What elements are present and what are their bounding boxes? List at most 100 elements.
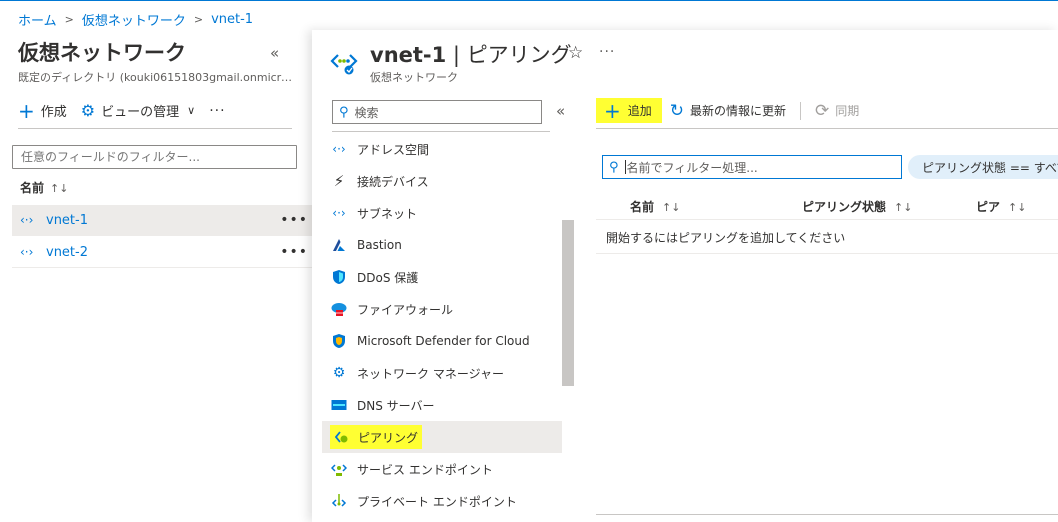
menu-search-placeholder: 検索 bbox=[354, 105, 379, 120]
refresh-button[interactable]: ↻ 最新の情報に更新 bbox=[670, 101, 786, 121]
plug-icon: ⚡ bbox=[333, 172, 345, 190]
network-manager-icon: ⚙ bbox=[332, 365, 346, 381]
column-label: 名前 bbox=[630, 200, 655, 214]
blade-title: vnet-1 | ピアリング bbox=[370, 39, 572, 69]
sync-label: 同期 bbox=[835, 104, 860, 118]
breadcrumb: ホーム > 仮想ネットワーク > vnet-1 bbox=[18, 10, 253, 29]
blade-title-resource: vnet-1 bbox=[370, 43, 447, 67]
plus-icon: + bbox=[18, 98, 35, 123]
vnet-link[interactable]: vnet-2 bbox=[46, 245, 88, 260]
menu-item-label: サブネット bbox=[357, 206, 418, 221]
column-header-peer[interactable]: ピア ↑↓ bbox=[976, 198, 1026, 215]
sort-icon: ↑↓ bbox=[894, 201, 913, 214]
menu-item-service-endpoints[interactable]: サービス エンドポイント bbox=[322, 453, 562, 485]
divider bbox=[596, 128, 1058, 129]
row-more-icon[interactable]: ••• bbox=[280, 244, 308, 260]
sync-button[interactable]: ⟳ 同期 bbox=[815, 101, 859, 121]
list-item-vnet-1[interactable]: ‹·› vnet-1 ••• bbox=[12, 205, 312, 236]
menu-item-defender[interactable]: Microsoft Defender for Cloud bbox=[322, 325, 562, 357]
dns-server-icon bbox=[330, 396, 348, 414]
service-endpoint-icon bbox=[330, 460, 348, 478]
peering-state-filter-pill[interactable]: ピアリング状態 == すべて bbox=[908, 155, 1058, 179]
text-caret bbox=[624, 160, 626, 174]
title-separator: | bbox=[446, 43, 467, 67]
column-name-label: 名前 bbox=[20, 181, 45, 195]
column-header-name[interactable]: 名前 ↑↓ bbox=[630, 198, 680, 215]
search-icon: ⚲ bbox=[339, 104, 349, 120]
more-options-icon[interactable]: ··· bbox=[209, 103, 225, 119]
divider bbox=[596, 514, 1058, 515]
vnet-link[interactable]: vnet-1 bbox=[46, 213, 88, 228]
menu-scrollbar[interactable] bbox=[562, 220, 574, 386]
empty-state-message: 開始するにはピアリングを追加してください bbox=[596, 222, 1058, 254]
menu-search-input[interactable]: ⚲ 検索 bbox=[332, 100, 542, 124]
defender-shield-icon bbox=[330, 332, 348, 350]
menu-item-label: ファイアウォール bbox=[357, 302, 454, 317]
plus-icon: + bbox=[604, 98, 621, 123]
menu-item-label: ピアリング bbox=[358, 430, 419, 445]
more-options-icon[interactable]: ··· bbox=[599, 44, 615, 60]
blade-title-section: ピアリング bbox=[466, 43, 572, 67]
page-title: 仮想ネットワーク bbox=[18, 41, 186, 65]
directory-subtitle: 既定のディレクトリ (kouki06151803gmail.onmicrosof… bbox=[18, 71, 293, 84]
column-header-name[interactable]: 名前 ↑↓ bbox=[20, 179, 68, 196]
manage-view-button[interactable]: ⚙ ビューの管理 ∨ bbox=[81, 101, 195, 120]
refresh-label: 最新の情報に更新 bbox=[690, 104, 787, 118]
peering-blade: vnet-1 | ピアリング 仮想ネットワーク ☆ ··· ⚲ 検索 « ‹·›… bbox=[312, 30, 1058, 522]
sort-icon: ↑↓ bbox=[662, 201, 681, 214]
menu-item-ddos[interactable]: DDoS 保護 bbox=[322, 261, 562, 293]
menu-item-bastion[interactable]: Bastion bbox=[322, 229, 562, 261]
create-button[interactable]: + 作成 bbox=[18, 98, 67, 123]
chevron-right-icon: > bbox=[193, 13, 204, 26]
favorite-star-icon[interactable]: ☆ bbox=[568, 43, 583, 63]
top-accent-line bbox=[0, 0, 1058, 1]
row-more-icon[interactable]: ••• bbox=[280, 212, 308, 228]
bastion-icon bbox=[330, 236, 348, 254]
list-item-vnet-2[interactable]: ‹·› vnet-2 ••• bbox=[12, 237, 312, 268]
menu-item-connected-devices[interactable]: ⚡ 接続デバイス bbox=[322, 165, 562, 197]
create-label: 作成 bbox=[40, 105, 67, 120]
breadcrumb-vnet-1[interactable]: vnet-1 bbox=[211, 12, 253, 27]
menu-item-firewall[interactable]: ファイアウォール bbox=[322, 293, 562, 325]
collapse-menu-icon[interactable]: « bbox=[556, 102, 565, 120]
collapse-left-pane-icon[interactable]: « bbox=[270, 44, 279, 62]
content-toolbar: + 追加 ↻ 最新の情報に更新 ⟳ 同期 bbox=[596, 98, 859, 123]
chevron-down-icon: ∨ bbox=[187, 104, 196, 117]
filter-by-name-input[interactable]: ⚲ 名前でフィルター処理... bbox=[602, 155, 902, 179]
left-toolbar: + 作成 ⚙ ビューの管理 ∨ ··· bbox=[18, 98, 226, 123]
menu-item-peerings[interactable]: ピアリング bbox=[322, 421, 562, 453]
column-label: ピア bbox=[976, 200, 1001, 214]
menu-item-subnets[interactable]: ‹·› サブネット bbox=[322, 197, 562, 229]
menu-item-label: DDoS 保護 bbox=[357, 270, 419, 285]
blade-subtitle: 仮想ネットワーク bbox=[370, 71, 458, 84]
address-space-icon: ‹·› bbox=[332, 142, 346, 156]
virtual-network-icon: ‹·› bbox=[20, 213, 34, 227]
toolbar-divider bbox=[800, 101, 802, 120]
menu-item-private-endpoints[interactable]: プライベート エンドポイント bbox=[322, 485, 562, 517]
add-button[interactable]: + 追加 bbox=[596, 98, 662, 123]
sort-icon: ↑↓ bbox=[1008, 201, 1027, 214]
breadcrumb-virtual-networks[interactable]: 仮想ネットワーク bbox=[82, 10, 186, 29]
menu-item-label: サービス エンドポイント bbox=[357, 462, 493, 477]
breadcrumb-home[interactable]: ホーム bbox=[18, 10, 57, 29]
manage-view-label: ビューの管理 bbox=[101, 105, 180, 120]
virtual-network-icon: ‹·› bbox=[20, 245, 34, 259]
menu-item-dns-servers[interactable]: DNS サーバー bbox=[322, 389, 562, 421]
refresh-icon: ↻ bbox=[669, 100, 685, 121]
gear-icon: ⚙ bbox=[80, 101, 96, 120]
column-header-peering-state[interactable]: ピアリング状態 ↑↓ bbox=[802, 198, 912, 215]
shield-icon bbox=[330, 268, 348, 286]
menu-item-address-space[interactable]: ‹·› アドレス空間 bbox=[322, 133, 562, 165]
chevron-right-icon: > bbox=[64, 13, 74, 26]
filter-any-field-input[interactable] bbox=[12, 145, 297, 169]
virtual-network-icon bbox=[330, 54, 358, 75]
menu-item-label: ネットワーク マネージャー bbox=[357, 366, 504, 381]
divider bbox=[332, 131, 550, 132]
menu-item-label: 接続デバイス bbox=[357, 174, 429, 189]
menu-item-network-manager[interactable]: ⚙ ネットワーク マネージャー bbox=[322, 357, 562, 389]
divider bbox=[18, 128, 292, 129]
search-icon: ⚲ bbox=[609, 159, 619, 175]
filter-placeholder: 名前でフィルター処理... bbox=[626, 160, 758, 175]
table-header: 名前 ↑↓ ピアリング状態 ↑↓ ピア ↑↓ bbox=[596, 190, 1058, 220]
firewall-icon bbox=[330, 300, 348, 318]
